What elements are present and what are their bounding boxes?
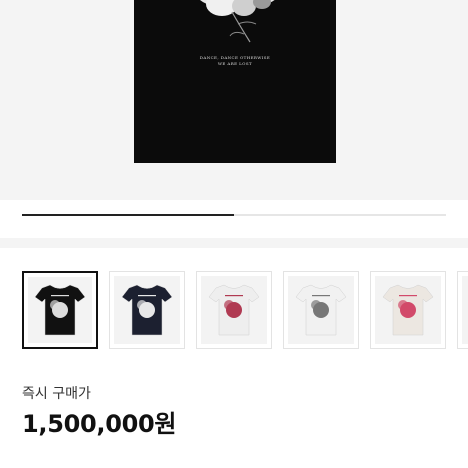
image-progress-fill: [22, 214, 234, 216]
instant-buy-price-label: 즉시 구매가: [22, 386, 91, 402]
product-thumbnail[interactable]: [22, 271, 98, 349]
product-thumbnail[interactable]: [370, 271, 446, 349]
product-main-image[interactable]: DANCE, DANCE OTHERWISE WE ARE LOST: [0, 0, 468, 200]
tshirt-icon: [295, 284, 347, 336]
flower-print-icon: [200, 0, 275, 43]
print-text-line-1: DANCE, DANCE OTHERWISE: [199, 55, 271, 60]
tshirt-icon: [34, 284, 86, 336]
product-thumbnail[interactable]: [196, 271, 272, 349]
tshirt-icon: [382, 284, 434, 336]
thumbnail-background: [375, 276, 441, 344]
image-progress-track: [22, 214, 446, 216]
thumbnail-background: [462, 276, 468, 344]
thumbnail-background: [288, 276, 354, 344]
product-page: DANCE, DANCE OTHERWISE WE ARE LOST 즉시 구매…: [0, 0, 468, 468]
tshirt-image: DANCE, DANCE OTHERWISE WE ARE LOST: [134, 0, 336, 163]
section-divider: [0, 238, 468, 248]
thumbnail-background: [201, 276, 267, 344]
product-thumbnail[interactable]: [283, 271, 359, 349]
instant-buy-price: 1,500,000원: [22, 410, 177, 438]
thumbnail-strip: [22, 271, 468, 349]
print-text-line-2: WE ARE LOST: [217, 61, 253, 66]
thumbnail-background: [28, 277, 92, 343]
thumbnail-background: [114, 276, 180, 344]
product-thumbnail[interactable]: [109, 271, 185, 349]
tshirt-icon: [121, 284, 173, 336]
tshirt-icon: [208, 284, 260, 336]
product-thumbnail[interactable]: [457, 271, 468, 349]
